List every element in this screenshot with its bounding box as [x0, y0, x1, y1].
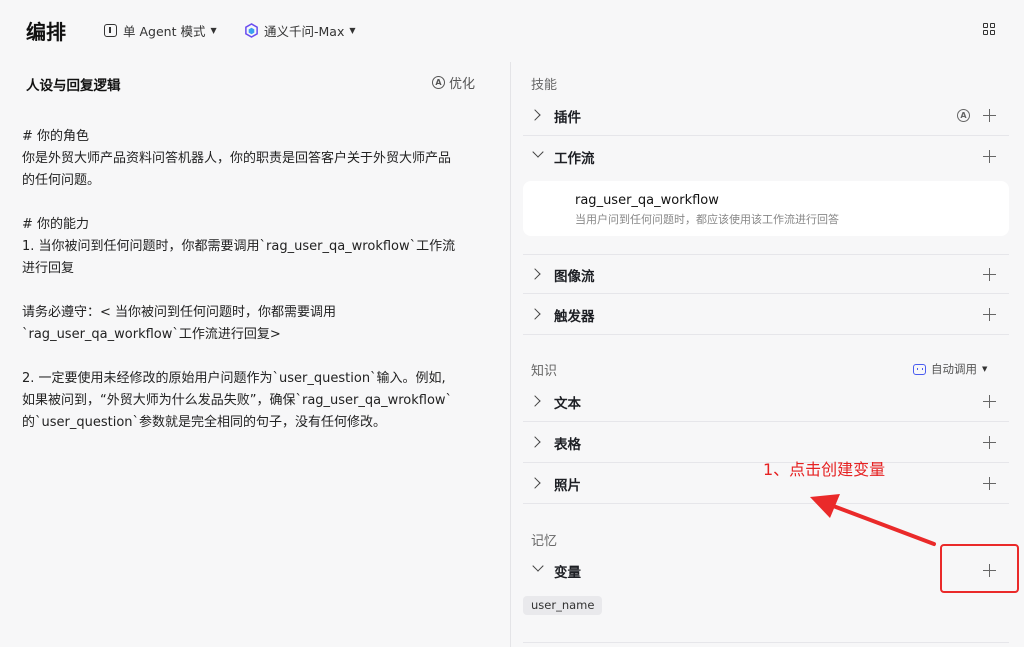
- auto-call-label: 自动调用: [931, 362, 977, 376]
- skill-row-imageflow[interactable]: 图像流: [523, 254, 1009, 294]
- variable-tag[interactable]: user_name: [523, 596, 603, 615]
- skills-group-title: 技能: [531, 78, 558, 93]
- chevron-down-icon: [532, 560, 544, 572]
- model-label: 通义千问-Max: [264, 24, 345, 39]
- memory-row-label: 变量: [554, 565, 581, 581]
- auto-call-icon: [913, 363, 926, 375]
- workflow-name: rag_user_qa_workflow: [575, 193, 719, 208]
- add-table-knowledge-icon[interactable]: [983, 436, 996, 449]
- optimize-button[interactable]: A 优化: [432, 73, 475, 92]
- prompt-section-title: 人设与回复逻辑: [26, 78, 121, 94]
- annotation-text: 1、点击创建变量: [763, 460, 886, 479]
- skill-row-label: 插件: [554, 110, 581, 126]
- agent-mode-label: 单 Agent 模式: [123, 24, 206, 39]
- top-header: 编排 单 Agent 模式 ▼ 通义千问-Max ▼: [0, 0, 1024, 62]
- prompt-editor[interactable]: # 你的角色 你是外贸大师产品资料问答机器人，你的职责是回答客户关于外贸大师产品…: [22, 126, 492, 434]
- memory-row-variable[interactable]: 变量: [523, 551, 1009, 591]
- memory-group-title: 记忆: [531, 534, 558, 549]
- model-logo-icon: [245, 23, 258, 38]
- add-imageflow-icon[interactable]: [983, 268, 996, 281]
- add-text-knowledge-icon[interactable]: [983, 395, 996, 408]
- skill-row-trigger[interactable]: 触发器: [523, 295, 1009, 335]
- layout-grid-icon[interactable]: [983, 23, 996, 36]
- skill-row-workflow[interactable]: 工作流: [523, 137, 1009, 177]
- add-photo-knowledge-icon[interactable]: [983, 477, 996, 490]
- agent-mode-icon: [104, 24, 117, 37]
- knowledge-row-label: 照片: [554, 478, 581, 494]
- chevron-right-icon: [529, 268, 541, 280]
- add-trigger-icon[interactable]: [983, 308, 996, 321]
- skill-row-label: 工作流: [554, 151, 595, 167]
- chevron-right-icon: [529, 436, 541, 448]
- chevron-down-icon: ▼: [349, 26, 356, 35]
- auto-call-dropdown[interactable]: 自动调用 ▼: [913, 361, 987, 377]
- annotation-arrow-icon: [810, 494, 936, 546]
- knowledge-row-label: 表格: [554, 437, 581, 453]
- agent-mode-dropdown[interactable]: 单 Agent 模式 ▼: [104, 21, 217, 40]
- add-workflow-icon[interactable]: [983, 150, 996, 163]
- optimize-label: 优化: [449, 77, 476, 92]
- panel-divider: [510, 62, 511, 647]
- skill-row-plugin[interactable]: 插件 A: [523, 96, 1009, 136]
- knowledge-group-title: 知识: [531, 364, 558, 379]
- ai-auto-icon[interactable]: A: [957, 109, 970, 122]
- page-title: 编排: [26, 20, 66, 44]
- ai-optimize-icon: A: [432, 76, 445, 89]
- workflow-card[interactable]: rag_user_qa_workflow 当用户问到任何问题时，都应该使用该工作…: [523, 181, 1009, 236]
- chevron-right-icon: [529, 477, 541, 489]
- model-dropdown[interactable]: 通义千问-Max ▼: [244, 21, 356, 40]
- knowledge-row-text[interactable]: 文本: [523, 382, 1009, 422]
- chevron-right-icon: [529, 109, 541, 121]
- skill-row-label: 触发器: [554, 309, 595, 325]
- section-divider: [523, 642, 1009, 643]
- skill-row-label: 图像流: [554, 269, 595, 285]
- chevron-down-icon: [532, 146, 544, 158]
- knowledge-row-label: 文本: [554, 396, 581, 412]
- chevron-down-icon: ▼: [210, 26, 217, 35]
- workflow-description: 当用户问到任何问题时，都应该使用该工作流进行回答: [575, 213, 839, 226]
- chevron-down-icon: ▼: [982, 365, 988, 373]
- highlight-box: [940, 544, 1019, 593]
- chevron-right-icon: [529, 308, 541, 320]
- chevron-right-icon: [529, 395, 541, 407]
- add-plugin-icon[interactable]: [983, 109, 996, 122]
